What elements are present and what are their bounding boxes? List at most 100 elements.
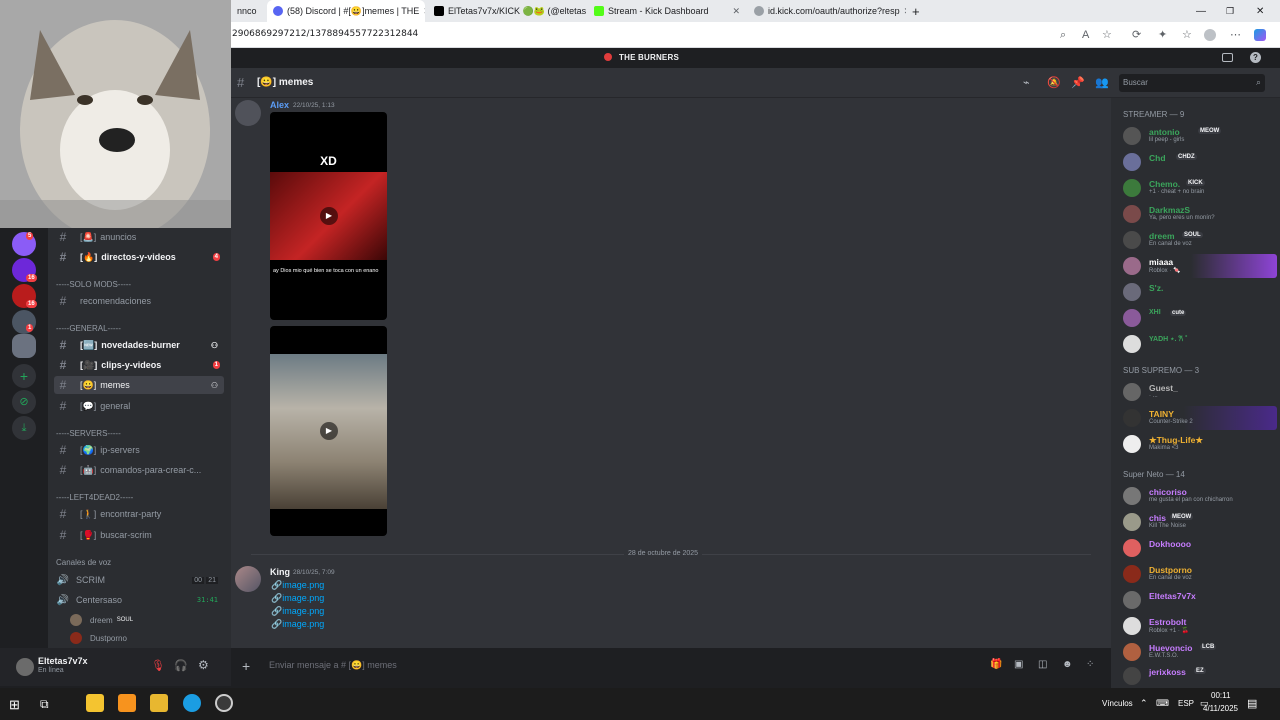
minimize-button[interactable]: — — [1190, 0, 1212, 22]
member-item[interactable]: Chd CHDZ — [1121, 150, 1277, 174]
mute-icon[interactable]: 🎙 — [151, 659, 165, 672]
member-item[interactable]: YADH ⋆. 𐙚 ˚ — [1121, 332, 1277, 356]
member-item[interactable]: jerixkoss EZ — [1121, 664, 1277, 688]
pin-icon[interactable]: 📌 — [1071, 76, 1085, 89]
member-item[interactable]: antonio MEOW lil peep - girls — [1121, 124, 1277, 148]
voice-user-dustporno[interactable]: Dustporno — [70, 629, 240, 647]
attachment-link[interactable]: 🔗image.png — [271, 593, 324, 604]
member-item[interactable]: chicoriso me gusta el pan con chicharron — [1121, 484, 1277, 508]
gif-icon[interactable]: ▣ — [1014, 659, 1023, 670]
tab-tiktok[interactable]: ElTetas7v7x/KICK 🟢🐸 (@eltetas ✕ — [428, 0, 586, 22]
member-item[interactable]: chis MEOW Kill The Noise — [1121, 510, 1277, 534]
member-item[interactable]: miaaa Roblox · 🍬 — [1121, 254, 1277, 278]
channel-clips-y-videos[interactable]: # [🎥] clips-y-videos 1 — [54, 356, 224, 374]
chevron-up-icon[interactable]: ⌃ — [1140, 698, 1148, 709]
category-left4dead2[interactable]: -----LEFT4DEAD2----- — [56, 493, 133, 502]
refresh-icon[interactable]: ⟳ — [1132, 29, 1141, 41]
windows-start-icon[interactable]: ⊞ — [9, 697, 20, 713]
language-indicator[interactable]: ESP — [1178, 699, 1194, 708]
task-view-icon[interactable]: ⧉ — [40, 697, 49, 712]
emoji-icon[interactable]: ☻ — [1062, 659, 1073, 670]
headphones-icon[interactable]: 🎧 — [174, 659, 188, 672]
sticker-icon[interactable]: ◫ — [1038, 659, 1047, 670]
members-icon[interactable]: 👥 — [1095, 76, 1109, 89]
avatar[interactable] — [235, 566, 261, 592]
message-input[interactable]: Enviar mensaje a # [😀] memes — [269, 660, 397, 671]
avatar[interactable] — [235, 100, 261, 126]
new-tab-button[interactable]: + — [906, 0, 924, 22]
member-item[interactable]: ★Thug-Life★ Makima <3 — [1121, 432, 1277, 456]
category-solo-mods[interactable]: -----SOLO MODS----- — [56, 280, 131, 289]
voice-user-dreem[interactable]: dreem SOUL — [70, 611, 240, 629]
tab-1[interactable]: nnco — [231, 0, 267, 22]
explore-icon[interactable]: ⊘ — [12, 390, 36, 414]
star-icon[interactable]: ☆ — [1102, 29, 1112, 41]
avatar[interactable] — [1204, 29, 1216, 41]
play-icon[interactable]: ▶ — [320, 207, 338, 225]
add-server-icon[interactable]: + — [12, 364, 36, 388]
clock-time[interactable]: 00:11 — [1211, 691, 1230, 700]
tab-kick-oauth[interactable]: id.kick.com/oauth/authorize?resp ✕ — [748, 0, 906, 22]
message-author[interactable]: King — [270, 567, 290, 577]
download-icon[interactable]: ⤓ — [12, 416, 36, 440]
voice-channel-centersaso[interactable]: 🔊 Centersaso 31:41 — [54, 591, 224, 609]
member-item[interactable]: TAINY Counter-Strike 2 — [1121, 406, 1277, 430]
tab-kick-dashboard[interactable]: Stream - Kick Dashboard ✕ — [588, 0, 746, 22]
search-icon[interactable]: ⌕ — [1060, 29, 1066, 41]
channel-general[interactable]: # [💬] general — [54, 397, 224, 415]
channel-buscar-scrim[interactable]: # [🥊] buscar-scrim — [54, 526, 224, 544]
inbox-icon[interactable] — [1222, 53, 1233, 62]
help-icon[interactable]: ? — [1250, 52, 1261, 63]
channel-recomendaciones[interactable]: # recomendaciones — [54, 292, 224, 310]
keyboard-icon[interactable]: ⌨ — [1156, 698, 1169, 709]
gift-icon[interactable]: 🎁 — [990, 659, 1002, 670]
file-explorer-icon[interactable] — [150, 694, 168, 712]
member-item[interactable]: dreem SOUL En canal de voz — [1121, 228, 1277, 252]
clock-date[interactable]: 4/11/2025 — [1203, 704, 1238, 713]
search-input[interactable]: Buscar ⌕ — [1119, 74, 1265, 92]
copilot-icon[interactable] — [1254, 29, 1266, 41]
member-item[interactable]: Guest_ · ... — [1121, 380, 1277, 404]
extensions-icon[interactable]: ✦ — [1158, 29, 1167, 41]
add-member-icon[interactable]: ⚇ — [211, 381, 218, 390]
category-voice[interactable]: Canales de voz — [56, 558, 111, 567]
member-item[interactable]: Huevoncio LCB E.W.T.S.O. — [1121, 640, 1277, 664]
avatar[interactable] — [16, 658, 34, 676]
member-item[interactable]: Chemo. KICK +1 · cheat + no brain — [1121, 176, 1277, 200]
channel-anuncios[interactable]: # [🚨] anuncios — [54, 228, 224, 246]
video-attachment[interactable]: ▶ — [270, 326, 387, 536]
server-icon-active[interactable] — [12, 334, 36, 358]
threads-icon[interactable]: ⌁ — [1023, 76, 1030, 89]
channel-novedades-burner[interactable]: # [🆕] novedades-burner ⚇ — [54, 336, 224, 354]
video-attachment[interactable]: XD ▶ ay Dios mio qué bien se toca con un… — [270, 112, 387, 320]
close-icon[interactable]: ✕ — [423, 6, 425, 17]
links-label[interactable]: Vínculos — [1102, 699, 1133, 708]
category-general[interactable]: -----GENERAL----- — [56, 324, 121, 333]
member-item[interactable]: Estrobolt Roblox +1 · 🍒 — [1121, 614, 1277, 638]
sticky-notes-icon[interactable] — [86, 694, 104, 712]
attachment-link[interactable]: 🔗image.png — [271, 580, 324, 591]
channel-ip-servers[interactable]: # [🌍] ip-servers — [54, 441, 224, 459]
message-author[interactable]: Alex — [270, 100, 289, 110]
apps-icon[interactable]: ⁘ — [1086, 659, 1094, 670]
favorites-icon[interactable]: ☆ — [1182, 29, 1192, 41]
edge-icon[interactable] — [183, 694, 201, 712]
read-aloud-icon[interactable]: A — [1082, 29, 1089, 41]
obs-icon[interactable] — [215, 694, 233, 712]
member-item[interactable]: Dustporno En canal de voz — [1121, 562, 1277, 586]
play-icon[interactable]: ▶ — [320, 422, 338, 440]
notifications-icon[interactable]: ▤ — [1247, 697, 1257, 710]
plus-icon[interactable]: + — [242, 658, 250, 674]
more-icon[interactable]: ⋯ — [1230, 29, 1241, 41]
url-field[interactable]: 2906869297212/1378894557722312844 — [232, 29, 418, 39]
channel-memes[interactable]: # [😀] memes ⚇ — [54, 376, 224, 394]
window-close-button[interactable]: ✕ — [1250, 0, 1270, 22]
close-icon[interactable]: ✕ — [732, 6, 740, 17]
notification-bell-icon[interactable]: 🔕 — [1047, 76, 1061, 89]
member-item[interactable]: Dokhoooo — [1121, 536, 1277, 560]
member-item[interactable]: XHI cute — [1121, 306, 1277, 330]
attachment-link[interactable]: 🔗image.png — [271, 619, 324, 630]
attachment-link[interactable]: 🔗image.png — [271, 606, 324, 617]
channel-encontrar-party[interactable]: # [🚶] encontrar-party — [54, 505, 224, 523]
channel-directos-y-videos[interactable]: # [🔥] directos-y-videos 4 — [54, 248, 224, 266]
